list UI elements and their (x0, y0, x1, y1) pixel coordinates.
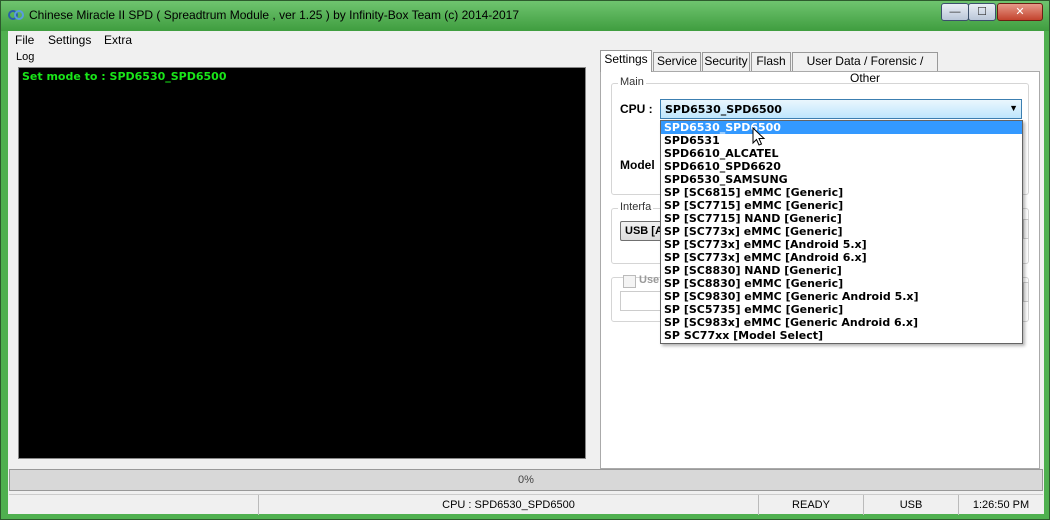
tab-security[interactable]: Security (702, 52, 750, 71)
title-bar[interactable]: Chinese Miracle II SPD ( Spreadtrum Modu… (1, 1, 1049, 31)
status-state: READY (759, 495, 864, 515)
minimize-button[interactable]: — (941, 3, 969, 21)
cpu-option[interactable]: SP [SC6815] eMMC [Generic] (661, 186, 1022, 199)
status-interface: USB (864, 495, 959, 515)
progress-bar: 0% (9, 469, 1043, 491)
cpu-option[interactable]: SP SC77xx [Model Select] (661, 329, 1022, 342)
cpu-option[interactable]: SP [SC8830] eMMC [Generic] (661, 277, 1022, 290)
log-label: Log (16, 51, 35, 63)
maximize-icon: ☐ (977, 6, 987, 18)
cpu-option[interactable]: SP [SC773x] eMMC [Android 5.x] (661, 238, 1022, 251)
status-cell-empty-1 (9, 495, 259, 515)
status-time: 1:26:50 PM (972, 499, 1030, 511)
close-button[interactable]: ✕ (997, 3, 1043, 21)
cpu-option[interactable]: SPD6610_ALCATEL (661, 147, 1022, 160)
cpu-option[interactable]: SPD6530_SAMSUNG (661, 173, 1022, 186)
cpu-option[interactable]: SP [SC773x] eMMC [Generic] (661, 225, 1022, 238)
tab-flash[interactable]: Flash (751, 52, 791, 71)
app-logo-icon (8, 10, 24, 20)
status-cpu: CPU : SPD6530_SPD6500 (259, 495, 759, 515)
interface-stub (1023, 219, 1029, 239)
log-console[interactable]: Set mode to : SPD6530_SPD6500 (18, 67, 586, 459)
app-window: Chinese Miracle II SPD ( Spreadtrum Modu… (0, 0, 1050, 520)
cpu-option[interactable]: SP [SC773x] eMMC [Android 6.x] (661, 251, 1022, 264)
chevron-down-icon: ▼ (1009, 103, 1018, 113)
model-label: Model (620, 158, 655, 172)
tab-service[interactable]: Service (653, 52, 701, 71)
cpu-option[interactable]: SPD6530_SPD6500 (661, 121, 1022, 134)
cpu-option[interactable]: SP [SC983x] eMMC [Generic Android 6.x] (661, 316, 1022, 329)
cpu-select[interactable]: SPD6530_SPD6500 ▼ (660, 99, 1022, 119)
mouse-cursor-icon (752, 127, 766, 146)
cpu-option[interactable]: SP [SC8830] NAND [Generic] (661, 264, 1022, 277)
tab-user-data[interactable]: User Data / Forensic / Other (792, 52, 938, 85)
cpu-dropdown-list[interactable]: SPD6530_SPD6500 SPD6531 SPD6610_ALCATEL SPD… (660, 120, 1023, 344)
cpu-option[interactable]: SP [SC7715] eMMC [Generic] (661, 199, 1022, 212)
menu-bar: File Settings Extra (8, 31, 1044, 50)
menu-extra[interactable]: Extra (104, 33, 132, 47)
progress-text: 0% (518, 474, 534, 486)
menu-settings[interactable]: Settings (48, 33, 91, 47)
disabled-field (620, 291, 662, 311)
client-area: File Settings Extra Log Set mode to : SP… (8, 31, 1044, 515)
maximize-button[interactable]: ☐ (968, 3, 996, 21)
cpu-option[interactable]: SPD6531 (661, 134, 1022, 147)
use-checkbox[interactable] (623, 275, 636, 288)
status-bar: CPU : SPD6530_SPD6500 READY USB 1:26:50 … (9, 494, 1043, 515)
interface-group-label: Interfa (618, 201, 654, 213)
cpu-option[interactable]: SP [SC5735] eMMC [Generic] (661, 303, 1022, 316)
cpu-label: CPU : (620, 102, 653, 116)
cpu-option[interactable]: SPD6610_SPD6620 (661, 160, 1022, 173)
cpu-option[interactable]: SP [SC9830] eMMC [Generic Android 5.x] (661, 290, 1022, 303)
window-title: Chinese Miracle II SPD ( Spreadtrum Modu… (29, 8, 519, 22)
menu-file[interactable]: File (15, 33, 34, 47)
log-line: Set mode to : SPD6530_SPD6500 (22, 70, 227, 83)
minimize-icon: — (949, 6, 961, 18)
use-checkbox-label: Use (639, 274, 660, 286)
main-group-label: Main (618, 76, 646, 88)
close-icon: ✕ (1015, 6, 1025, 18)
tab-settings[interactable]: Settings (600, 50, 652, 72)
cpu-select-value: SPD6530_SPD6500 (665, 103, 782, 116)
options-stub (1023, 282, 1029, 302)
cpu-option[interactable]: SP [SC7715] NAND [Generic] (661, 212, 1022, 225)
